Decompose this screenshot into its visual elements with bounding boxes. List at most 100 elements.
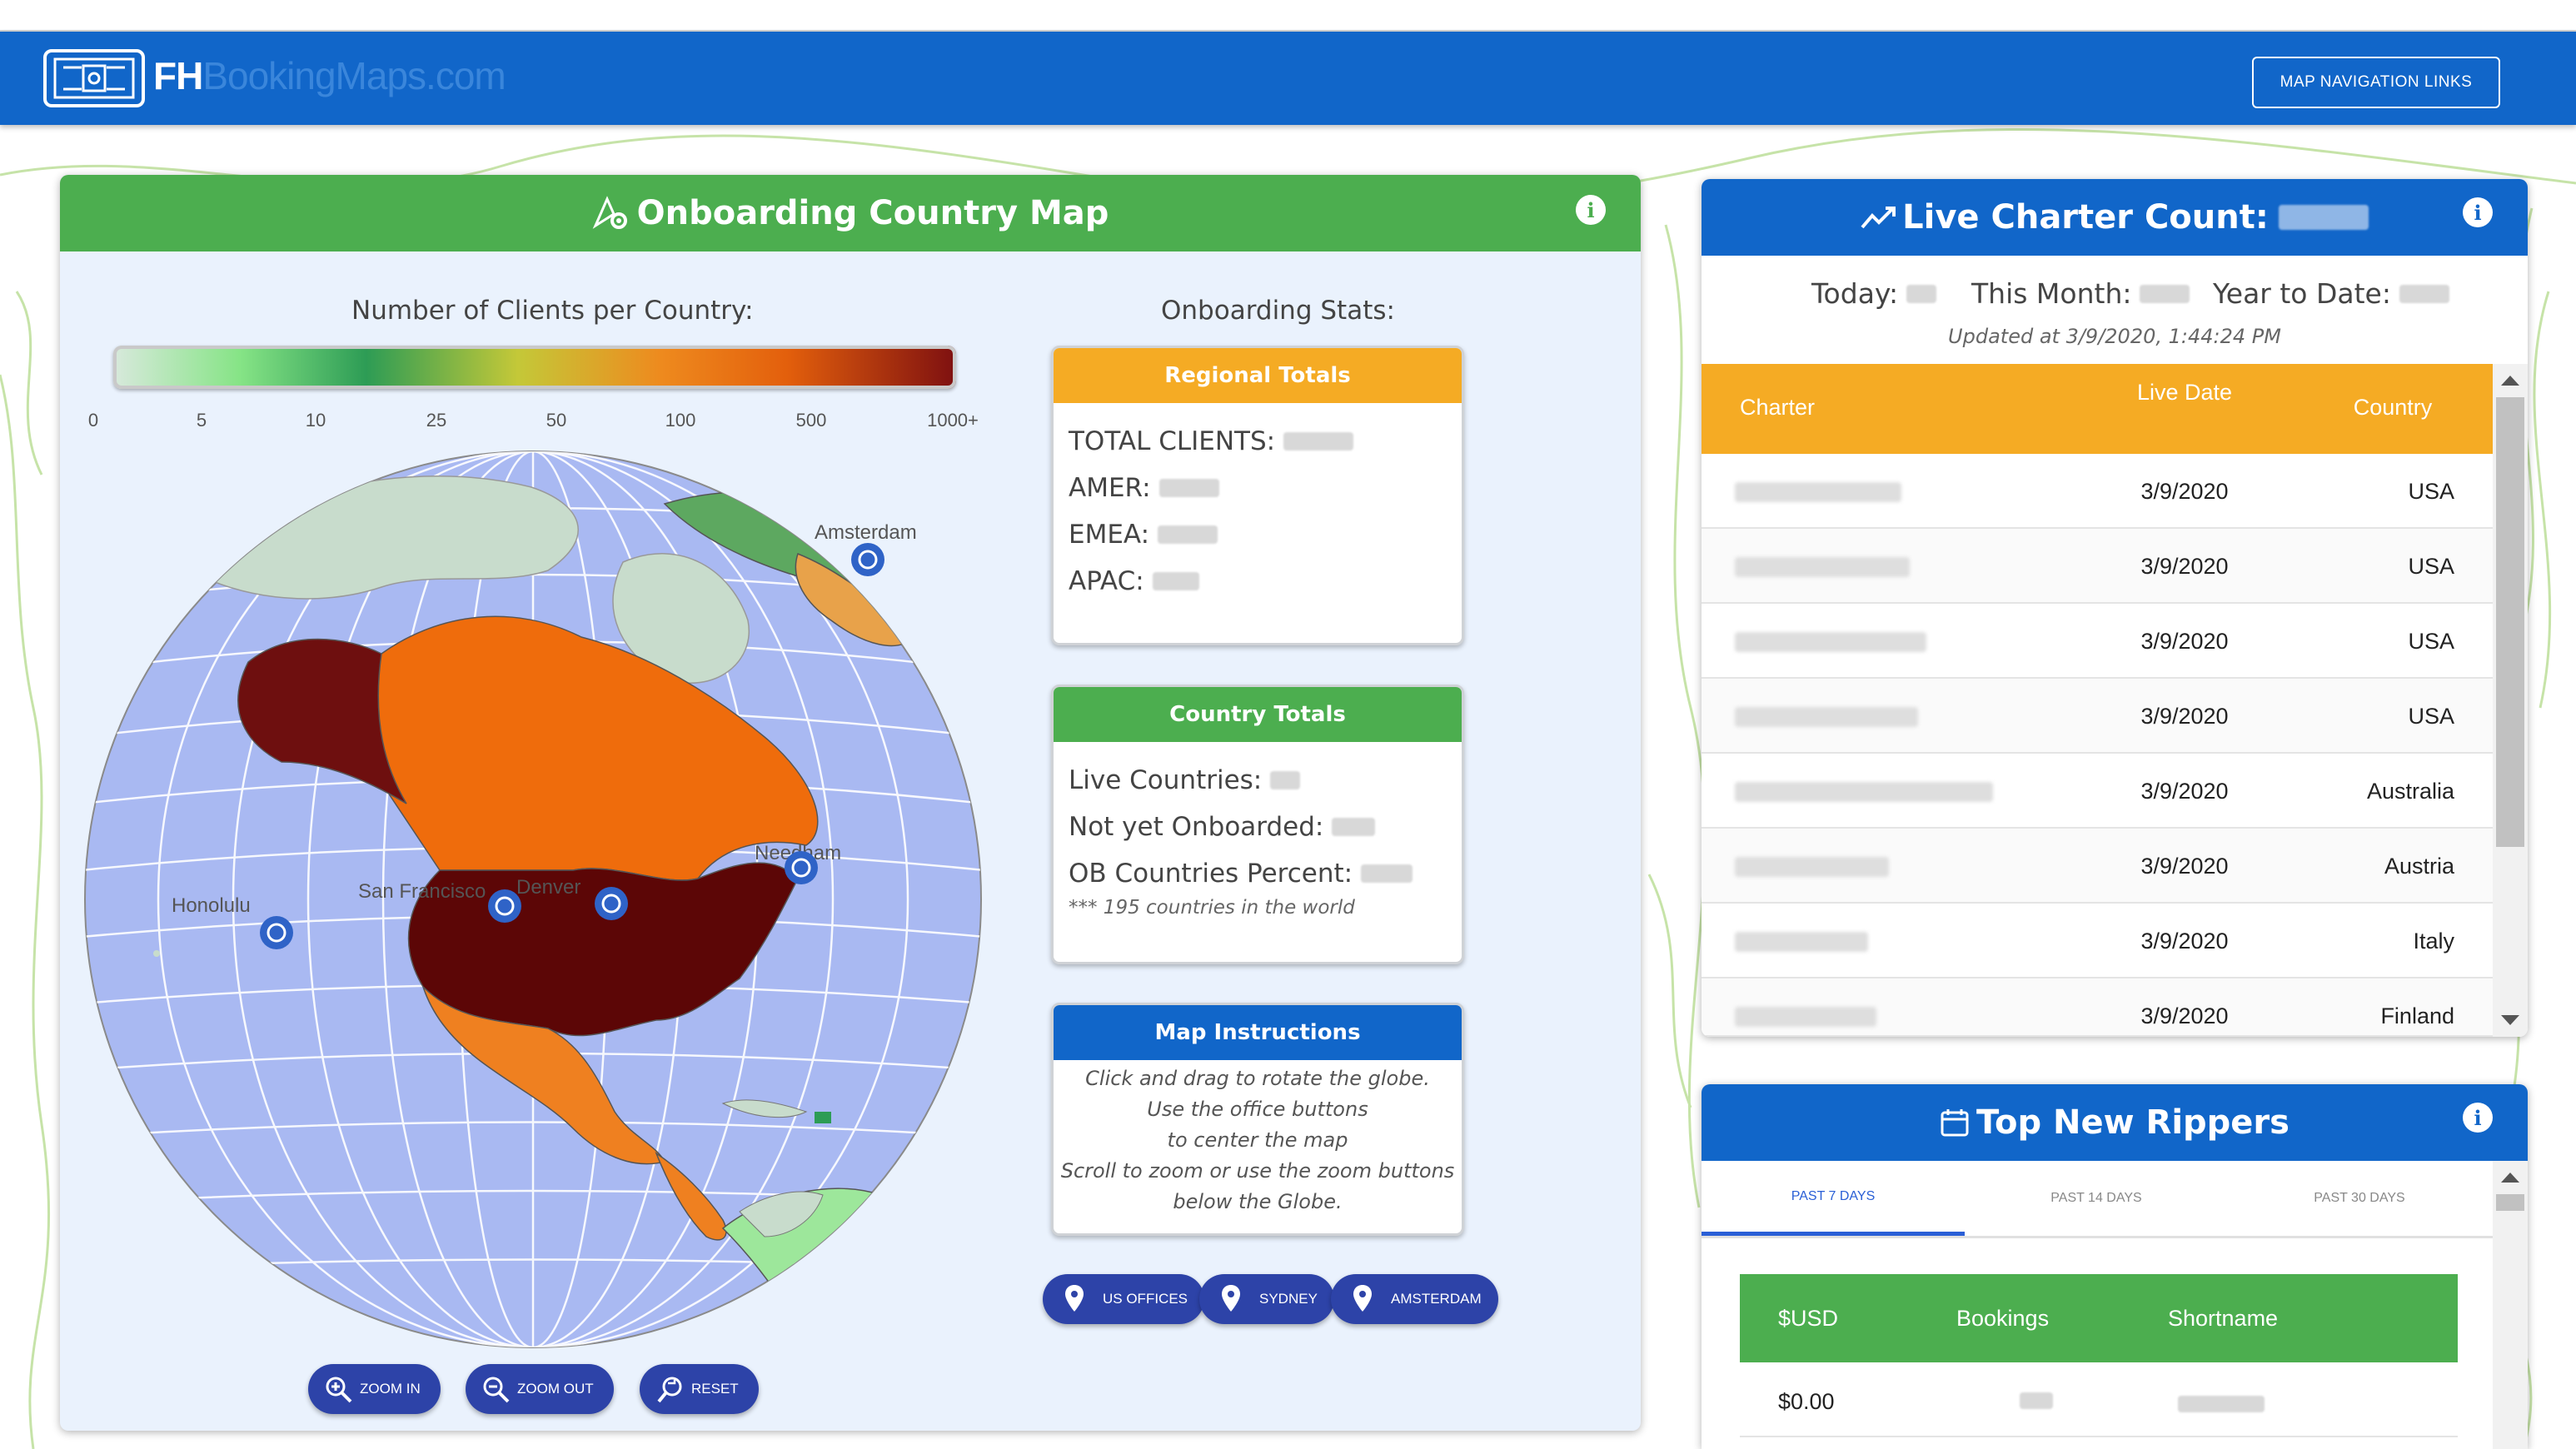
table-row[interactable]: 3/9/2020 Finland xyxy=(1702,978,2493,1037)
amsterdam-label: AMSTERDAM xyxy=(1391,1291,1482,1307)
city-label: Amsterdam xyxy=(815,521,917,544)
updated-timestamp: Updated at 3/9/2020, 1:44:24 PM xyxy=(1948,325,2281,348)
zoom-out-icon xyxy=(483,1377,510,1403)
us-offices-label: US OFFICES xyxy=(1103,1291,1188,1307)
tab-past-14-days[interactable]: PAST 14 DAYS xyxy=(1965,1161,2228,1236)
live-date-cell: 3/9/2020 xyxy=(2140,704,2229,729)
rippers-panel-header: Top New Rippers xyxy=(1702,1084,2528,1161)
redacted-charter-name xyxy=(1735,857,1889,877)
live-charter-panel: Live Charter Count: i Today: This Month:… xyxy=(1702,179,2528,1037)
legend-tick: 500 xyxy=(795,410,827,431)
redacted-charter-name xyxy=(1735,932,1868,952)
zoom-out-button[interactable]: ZOOM OUT xyxy=(466,1364,614,1414)
usd-cell: $0.00 xyxy=(1778,1389,1835,1414)
legend-tick: 10 xyxy=(305,410,326,431)
instruction-line: below the Globe. xyxy=(1173,1190,1343,1213)
legend-tick: 50 xyxy=(546,410,567,431)
city-label: Denver xyxy=(516,876,580,899)
table-row[interactable]: $0.00 xyxy=(1740,1362,2458,1437)
calendar-icon xyxy=(1941,1109,1969,1137)
logo-bold: FH xyxy=(153,54,203,97)
map-navigation-links-button[interactable]: MAP NAVIGATION LINKS xyxy=(2252,57,2500,108)
zoom-in-icon xyxy=(326,1377,352,1403)
scroll-thumb[interactable] xyxy=(2496,1194,2524,1211)
table-row[interactable]: 3/9/2020 USA xyxy=(1702,454,2493,529)
map-instructions-text: Click and drag to rotate the globe. Use … xyxy=(1054,1060,1462,1217)
instruction-line: Use the office buttons xyxy=(1147,1098,1368,1121)
city-label: Honolulu xyxy=(172,894,251,917)
country-cell: USA xyxy=(2408,704,2454,729)
scroll-up-icon[interactable] xyxy=(2501,1173,2519,1183)
zoom-in-label: ZOOM IN xyxy=(360,1381,421,1397)
globe-map[interactable]: Amsterdam Needham San Francisco Denver H… xyxy=(82,446,984,1353)
info-icon[interactable]: i xyxy=(2463,1103,2493,1133)
legend-tick: 0 xyxy=(87,410,99,431)
stat-label: EMEA: xyxy=(1069,520,1150,550)
reset-icon xyxy=(657,1377,682,1403)
scroll-up-icon[interactable] xyxy=(2501,376,2519,386)
map-settings-icon xyxy=(592,196,627,229)
table-row[interactable]: 3/9/2020 Italy xyxy=(1702,904,2493,978)
legend-title: Number of Clients per Country: xyxy=(351,296,754,326)
col-live-date: Live Date xyxy=(2136,380,2233,405)
map-panel-title: Onboarding Country Map xyxy=(636,194,1109,232)
country-totals-card: Country Totals Live Countries: Not yet O… xyxy=(1051,685,1464,964)
logo-text[interactable]: FHBookingMaps.com xyxy=(153,53,506,98)
redacted-charter-name xyxy=(1735,482,1901,502)
logo-rest: BookingMaps.com xyxy=(202,54,506,97)
countries-note: *** 195 countries in the world xyxy=(1069,897,1355,919)
us-offices-button[interactable]: US OFFICES xyxy=(1043,1274,1205,1324)
col-charter: Charter xyxy=(1740,395,1816,420)
redacted-charter-name xyxy=(1735,632,1926,652)
charter-panel-title: Live Charter Count: xyxy=(1902,198,2269,237)
stat-live-countries: Live Countries: xyxy=(1054,757,1462,804)
scroll-down-icon[interactable] xyxy=(2501,1015,2519,1025)
redacted-charter-name xyxy=(1735,1007,1876,1027)
tab-past-7-days[interactable]: PAST 7 DAYS xyxy=(1702,1161,1965,1236)
table-row[interactable]: 3/9/2020 USA xyxy=(1702,604,2493,679)
map-instructions-card: Map Instructions Click and drag to rotat… xyxy=(1051,1003,1464,1236)
redacted-value xyxy=(1906,285,1937,303)
sydney-button[interactable]: SYDNEY xyxy=(1199,1274,1334,1324)
redacted-value xyxy=(1332,818,1376,836)
redacted-value xyxy=(2020,1392,2053,1409)
country-cell: Austria xyxy=(2384,854,2454,879)
rippers-scrollbar[interactable] xyxy=(2493,1161,2528,1449)
onboarding-stats-title: Onboarding Stats: xyxy=(1161,296,1395,326)
legend-tick: 1000+ xyxy=(927,410,979,431)
tabs-divider xyxy=(1702,1236,2493,1238)
reset-button[interactable]: RESET xyxy=(640,1364,759,1414)
charter-panel-header: Live Charter Count: xyxy=(1702,179,2528,256)
country-cell: Italy xyxy=(2413,929,2454,954)
instruction-line: Scroll to zoom or use the zoom buttons xyxy=(1060,1159,1455,1183)
live-date-cell: 3/9/2020 xyxy=(2140,1003,2229,1028)
charter-table-header: Charter Live Date Country xyxy=(1702,364,2493,454)
stat-label: OB Countries Percent: xyxy=(1069,859,1353,889)
tab-past-30-days[interactable]: PAST 30 DAYS xyxy=(2228,1161,2491,1236)
onboarding-map-panel: Onboarding Country Map i Number of Clien… xyxy=(60,175,1641,1431)
month-count: This Month: xyxy=(1971,277,2190,310)
info-icon[interactable]: i xyxy=(1576,195,1606,225)
country-cell: Finland xyxy=(2380,1003,2454,1028)
live-date-cell: 3/9/2020 xyxy=(2140,479,2229,504)
instruction-line: Click and drag to rotate the globe. xyxy=(1085,1067,1430,1090)
amsterdam-button[interactable]: AMSTERDAM xyxy=(1331,1274,1498,1324)
redacted-value xyxy=(1361,864,1413,883)
logo-icon[interactable] xyxy=(43,49,145,107)
browser-top-strip xyxy=(0,0,2576,32)
zoom-in-button[interactable]: ZOOM IN xyxy=(308,1364,441,1414)
table-row[interactable]: 3/9/2020 USA xyxy=(1702,679,2493,754)
info-icon[interactable]: i xyxy=(2463,197,2493,227)
stat-apac: APAC: xyxy=(1054,558,1462,605)
scroll-thumb[interactable] xyxy=(2496,397,2524,847)
ytd-label: Year to Date: xyxy=(2213,277,2391,310)
top-new-rippers-panel: Top New Rippers i PAST 7 DAYS PAST 14 DA… xyxy=(1702,1084,2528,1449)
col-usd: $USD xyxy=(1778,1306,1839,1331)
redacted-value xyxy=(2399,285,2449,303)
charter-scrollbar[interactable] xyxy=(2493,364,2528,1037)
rippers-table-header: $USD Bookings Shortname xyxy=(1740,1274,2458,1362)
table-row[interactable]: 3/9/2020 Austria xyxy=(1702,829,2493,904)
month-label: This Month: xyxy=(1971,277,2132,310)
table-row[interactable]: 3/9/2020 USA xyxy=(1702,529,2493,604)
table-row[interactable]: 3/9/2020 Australia xyxy=(1702,754,2493,829)
